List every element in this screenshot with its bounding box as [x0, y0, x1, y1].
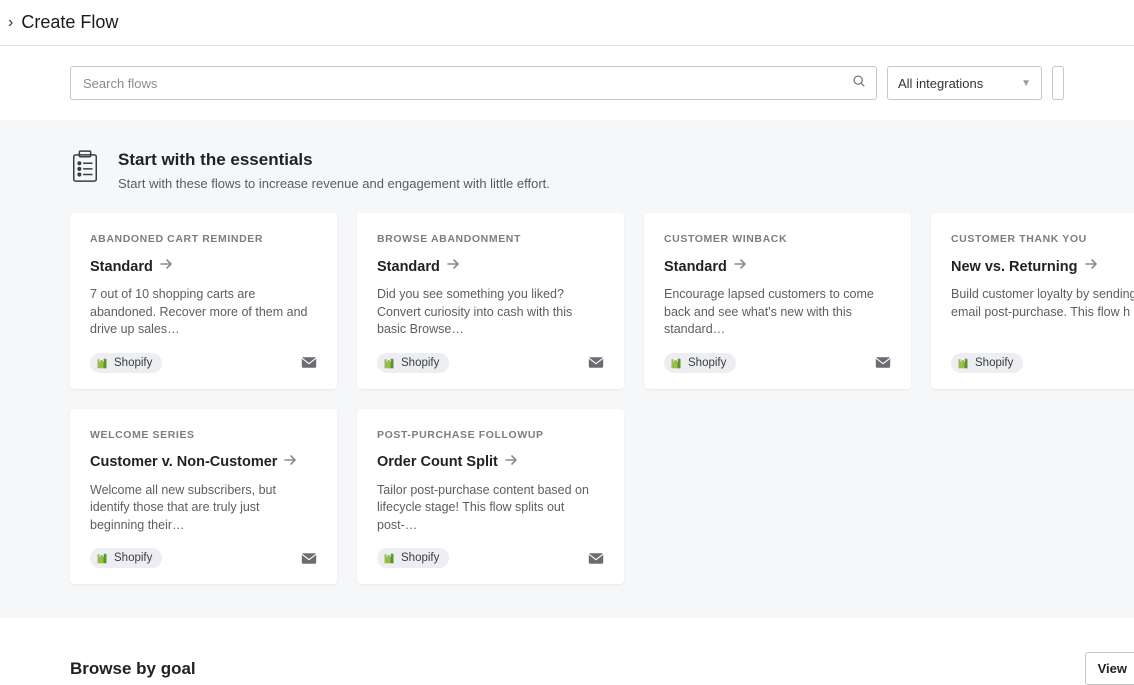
essentials-header: Start with the essentials Start with the… — [70, 150, 1134, 191]
chevron-down-icon: ▼ — [1021, 78, 1031, 89]
secondary-button-partial[interactable] — [1052, 66, 1064, 100]
arrow-right-icon — [446, 257, 460, 276]
card-title-row: Standard — [664, 257, 891, 276]
card-footer: Shopify — [951, 353, 1134, 373]
card-description: Build customer loyalty by sending a you … — [951, 286, 1134, 339]
card-eyebrow: POST-PURCHASE FOLLOWUP — [377, 429, 604, 441]
shopify-icon — [670, 356, 682, 370]
card-footer: Shopify — [664, 353, 891, 373]
flow-card[interactable]: ABANDONED CART REMINDER Standard 7 out o… — [70, 213, 337, 389]
shopify-icon — [383, 356, 395, 370]
flow-card[interactable]: CUSTOMER THANK YOU New vs. Returning Bui… — [931, 213, 1134, 389]
card-title: New vs. Returning — [951, 259, 1078, 275]
card-title: Standard — [90, 259, 153, 275]
goal-title: Browse by goal — [70, 659, 196, 679]
flow-card[interactable]: POST-PURCHASE FOLLOWUP Order Count Split… — [357, 409, 624, 585]
arrow-right-icon — [504, 453, 518, 472]
integration-chip: Shopify — [90, 548, 162, 568]
mail-icon — [588, 552, 604, 565]
filter-bar: All integrations ▼ — [0, 46, 1134, 100]
shopify-icon — [957, 356, 969, 370]
integration-chip: Shopify — [377, 353, 449, 373]
card-eyebrow: CUSTOMER THANK YOU — [951, 233, 1134, 245]
card-description: Did you see something you liked? Convert… — [377, 286, 604, 339]
chip-label: Shopify — [401, 357, 439, 369]
integration-chip: Shopify — [664, 353, 736, 373]
essentials-subtitle: Start with these flows to increase reven… — [118, 176, 550, 191]
chip-label: Shopify — [688, 357, 726, 369]
card-footer: Shopify — [377, 353, 604, 373]
chip-label: Shopify — [401, 552, 439, 564]
shopify-icon — [96, 356, 108, 370]
card-title-row: Order Count Split — [377, 453, 604, 472]
essentials-title: Start with the essentials — [118, 150, 550, 170]
chip-label: Shopify — [114, 552, 152, 564]
clipboard-icon — [70, 150, 100, 189]
mail-icon — [301, 552, 317, 565]
card-description: Tailor post-purchase content based on li… — [377, 482, 604, 535]
mail-icon — [588, 356, 604, 369]
flow-card[interactable]: BROWSE ABANDONMENT Standard Did you see … — [357, 213, 624, 389]
arrow-right-icon — [283, 453, 297, 472]
card-eyebrow: BROWSE ABANDONMENT — [377, 233, 604, 245]
card-title: Customer v. Non-Customer — [90, 454, 277, 470]
page-title: Create Flow — [21, 12, 118, 33]
arrow-right-icon — [159, 257, 173, 276]
mail-icon — [875, 356, 891, 369]
card-description: Encourage lapsed customers to come back … — [664, 286, 891, 339]
card-title-row: Standard — [90, 257, 317, 276]
chip-label: Shopify — [114, 357, 152, 369]
search-input-wrap[interactable] — [70, 66, 877, 100]
integration-chip: Shopify — [90, 353, 162, 373]
arrow-right-icon — [1084, 257, 1098, 276]
card-title-row: Standard — [377, 257, 604, 276]
shopify-icon — [96, 551, 108, 565]
card-title: Order Count Split — [377, 454, 498, 470]
arrow-right-icon — [733, 257, 747, 276]
breadcrumb-chevron-icon[interactable]: › — [8, 14, 13, 32]
integration-chip: Shopify — [377, 548, 449, 568]
card-eyebrow: CUSTOMER WINBACK — [664, 233, 891, 245]
card-footer: Shopify — [377, 548, 604, 568]
card-description: 7 out of 10 shopping carts are abandoned… — [90, 286, 317, 339]
shopify-icon — [383, 551, 395, 565]
essentials-cards-grid: ABANDONED CART REMINDER Standard 7 out o… — [70, 213, 1134, 584]
search-input[interactable] — [71, 67, 842, 99]
card-footer: Shopify — [90, 548, 317, 568]
integration-chip: Shopify — [951, 353, 1023, 373]
integrations-select[interactable]: All integrations ▼ — [887, 66, 1042, 100]
search-icon[interactable] — [842, 74, 876, 93]
flow-card[interactable]: WELCOME SERIES Customer v. Non-Customer … — [70, 409, 337, 585]
card-footer: Shopify — [90, 353, 317, 373]
essentials-section: Start with the essentials Start with the… — [0, 120, 1134, 618]
card-title: Standard — [377, 259, 440, 275]
card-eyebrow: ABANDONED CART REMINDER — [90, 233, 317, 245]
integrations-select-value: All integrations — [898, 76, 983, 91]
page-header: › Create Flow — [0, 0, 1134, 46]
flow-card[interactable]: CUSTOMER WINBACK Standard Encourage laps… — [644, 213, 911, 389]
chip-label: Shopify — [975, 357, 1013, 369]
view-all-button[interactable]: View — [1085, 652, 1134, 685]
goal-section: Browse by goal View — [0, 618, 1134, 685]
card-title-row: New vs. Returning — [951, 257, 1134, 276]
card-eyebrow: WELCOME SERIES — [90, 429, 317, 441]
card-title: Standard — [664, 259, 727, 275]
card-description: Welcome all new subscribers, but identif… — [90, 482, 317, 535]
mail-icon — [301, 356, 317, 369]
card-title-row: Customer v. Non-Customer — [90, 453, 317, 472]
